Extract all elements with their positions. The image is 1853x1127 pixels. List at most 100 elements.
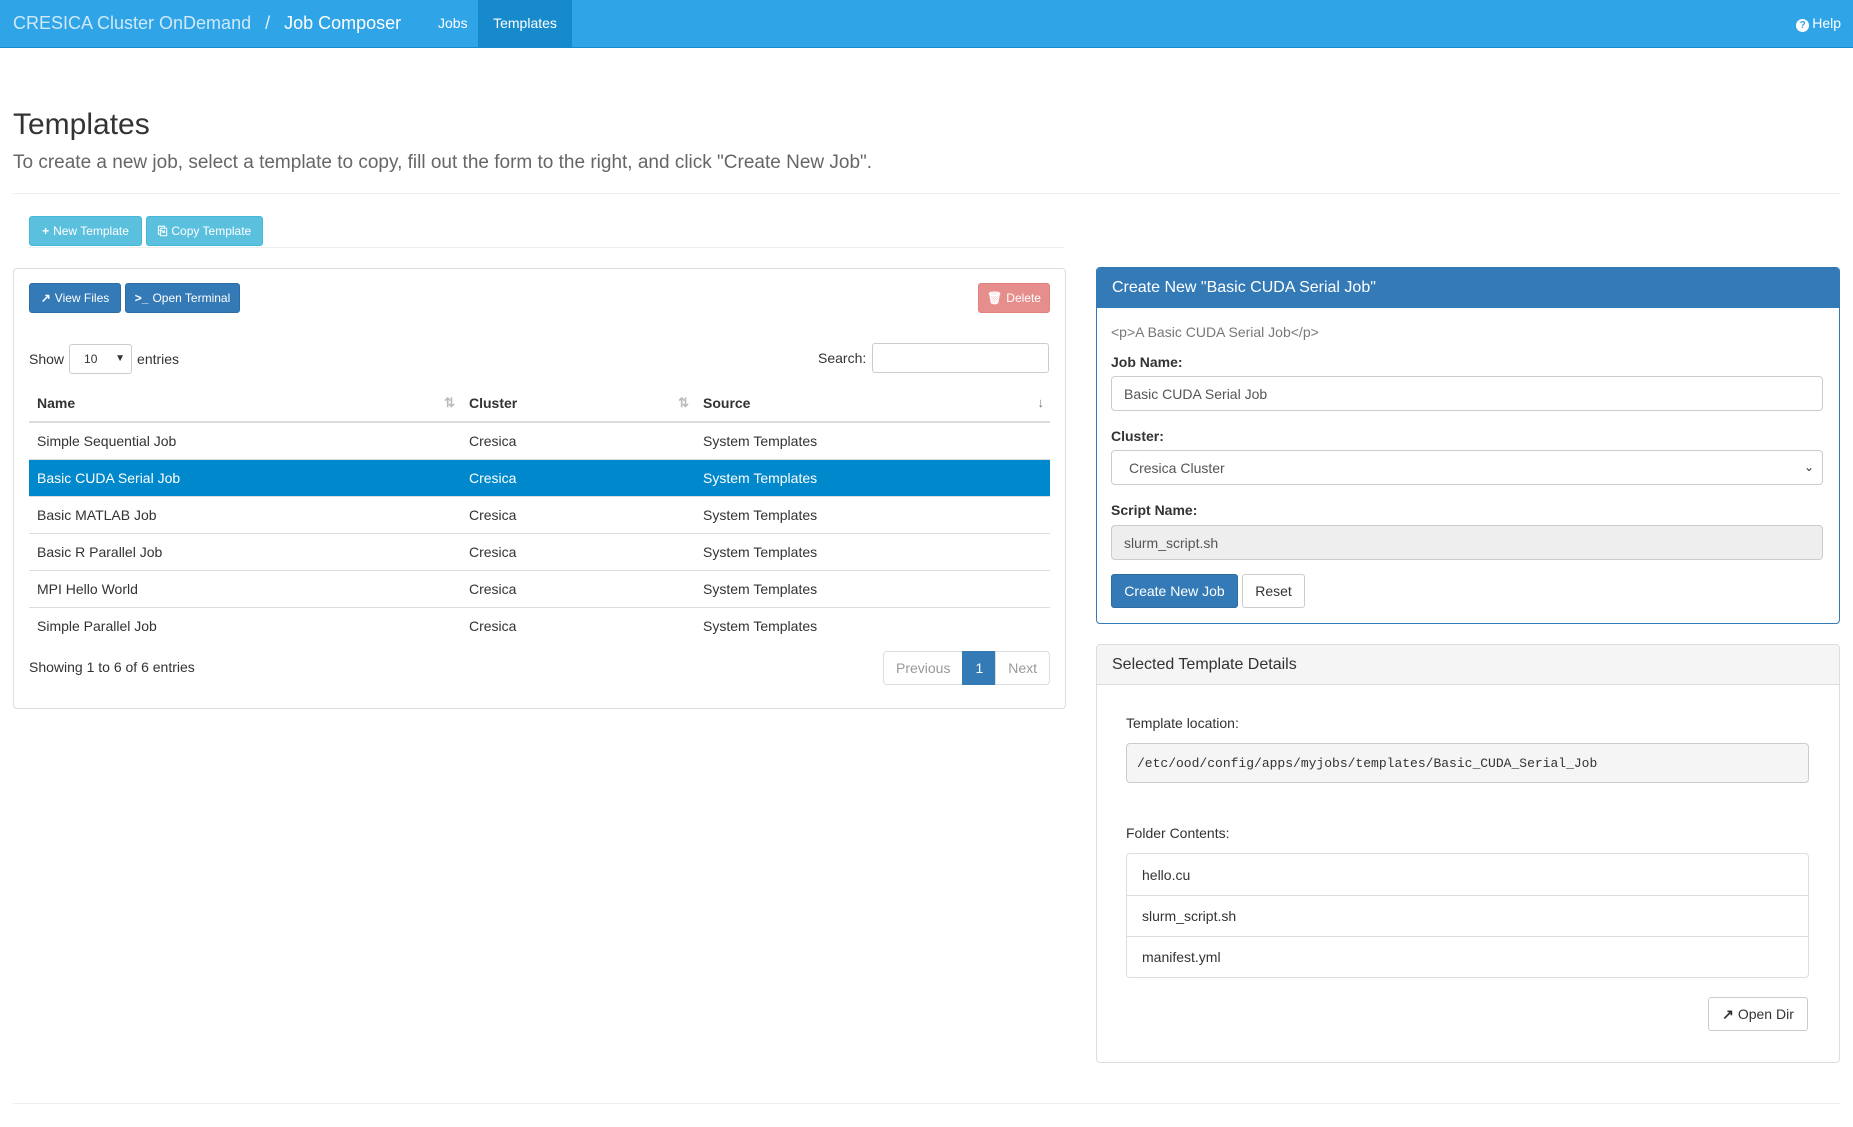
cell-cluster: Cresica: [461, 495, 695, 533]
table-info: Showing 1 to 6 of 6 entries: [29, 659, 195, 675]
create-job-heading: Create New "Basic CUDA Serial Job": [1097, 268, 1839, 308]
top-navbar: CRESICA Cluster OnDemand / Job Composer Jo…: [0, 0, 1853, 48]
table-row[interactable]: Simple Sequential Job Cresica System Tem…: [29, 421, 1050, 459]
table-header-row: Name ⇅ Cluster ⇅ Source ↓: [29, 384, 1050, 423]
nav-tab-jobs[interactable]: Jobs: [423, 0, 483, 48]
search-label: Search:: [818, 350, 867, 366]
script-name-input[interactable]: slurm_script.sh: [1111, 525, 1823, 560]
help-label: Help: [1812, 15, 1841, 31]
column-header-name[interactable]: Name ⇅: [29, 384, 461, 423]
sort-descending-icon: ↓: [1037, 395, 1045, 410]
cell-cluster: Cresica: [461, 606, 695, 644]
chevron-down-icon: ▼: [115, 353, 126, 364]
create-job-panel: Create New "Basic CUDA Serial Job": [1096, 267, 1840, 624]
question-circle-icon: ?: [1796, 19, 1810, 32]
templates-table: Name ⇅ Cluster ⇅ Source ↓ Simple Sequential…: [29, 384, 1050, 644]
cell-source: System Templates: [695, 569, 1050, 607]
copy-template-label: Copy Template: [171, 224, 252, 238]
brand-name[interactable]: CRESICA Cluster OnDemand: [13, 13, 251, 33]
pagination-previous[interactable]: Previous: [883, 651, 964, 685]
template-details-heading: Selected Template Details: [1097, 645, 1839, 685]
table-row[interactable]: Simple Parallel Job Cresica System Templ…: [29, 606, 1050, 644]
cell-source: System Templates: [695, 532, 1050, 570]
footer-divider: [13, 1103, 1840, 1104]
table-row[interactable]: Basic R Parallel Job Cresica System Temp…: [29, 532, 1050, 570]
terminal-icon: >_: [134, 291, 149, 305]
table-row-selected[interactable]: Basic CUDA Serial Job Cresica System Tem…: [29, 458, 1050, 496]
template-location-label: Template location:: [1126, 715, 1239, 731]
view-files-label: View Files: [54, 291, 110, 305]
header-divider: [13, 193, 1840, 194]
pagination-page-1[interactable]: 1: [962, 651, 997, 685]
cell-cluster: Cresica: [461, 421, 695, 459]
open-dir-label: Open Dir: [1737, 1006, 1794, 1022]
file-item[interactable]: hello.cu: [1127, 854, 1808, 895]
column-label: Cluster: [469, 394, 518, 411]
cell-name: Basic CUDA Serial Job: [29, 458, 461, 496]
external-link-icon: ↗: [1722, 1005, 1734, 1022]
open-dir-button[interactable]: ↗ Open Dir: [1708, 997, 1808, 1031]
template-description: <p>A Basic CUDA Serial Job</p>: [1111, 324, 1319, 340]
column-header-source[interactable]: Source ↓: [695, 384, 1050, 423]
nav-tab-templates[interactable]: Templates: [478, 0, 572, 48]
table-search: Search:: [818, 343, 1050, 373]
reset-button[interactable]: Reset: [1242, 574, 1305, 608]
open-terminal-button[interactable]: >_ Open Terminal: [125, 283, 240, 313]
copy-template-button[interactable]: ⎘ Copy Template: [146, 216, 263, 246]
view-files-button[interactable]: ↗ View Files: [29, 283, 121, 313]
create-new-job-button[interactable]: Create New Job: [1111, 574, 1238, 608]
script-name-label: Script Name:: [1111, 502, 1198, 518]
delete-button[interactable]: 🗑 Delete: [978, 283, 1050, 313]
cell-source: System Templates: [695, 495, 1050, 533]
cell-cluster: Cresica: [461, 532, 695, 570]
external-link-icon: ↗: [40, 291, 51, 305]
cell-source: System Templates: [695, 606, 1050, 644]
column-label: Source: [703, 394, 751, 411]
table-row[interactable]: MPI Hello World Cresica System Templates: [29, 569, 1050, 607]
cell-cluster: Cresica: [461, 458, 695, 496]
cell-cluster: Cresica: [461, 569, 695, 607]
trash-icon: 🗑: [987, 291, 1003, 305]
toolbar-divider: [28, 247, 1064, 248]
pagination-next[interactable]: Next: [995, 651, 1051, 685]
page-length-control: Show 10 ▼ entries: [29, 344, 179, 374]
sort-icon: ⇅: [678, 395, 689, 410]
cluster-select[interactable]: Cresica Cluster ⌄: [1111, 450, 1823, 485]
chevron-down-icon: ⌄: [1803, 460, 1814, 474]
page-title: Templates: [13, 108, 150, 141]
help-link[interactable]: ? Help: [1796, 0, 1841, 48]
show-label: Show: [29, 351, 65, 367]
cluster-label: Cluster:: [1111, 428, 1164, 444]
job-name-input[interactable]: Basic CUDA Serial Job: [1111, 376, 1823, 411]
navbar-brand[interactable]: CRESICA Cluster OnDemand / Job Composer: [13, 13, 401, 34]
new-template-label: New Template: [53, 224, 129, 238]
job-name-label: Job Name:: [1111, 354, 1183, 370]
page-length-value: 10: [84, 352, 98, 366]
sort-icon: ⇅: [444, 395, 455, 410]
cell-name: MPI Hello World: [29, 569, 461, 607]
entries-label: entries: [137, 351, 180, 367]
app-name[interactable]: Job Composer: [284, 13, 401, 33]
search-input[interactable]: [872, 343, 1050, 373]
new-template-button[interactable]: + New Template: [29, 216, 142, 246]
page-length-select[interactable]: 10 ▼: [69, 344, 133, 374]
file-item[interactable]: slurm_script.sh: [1127, 895, 1808, 936]
column-label: Name: [37, 394, 76, 411]
delete-label: Delete: [1006, 291, 1041, 305]
copy-icon: ⎘: [157, 223, 168, 238]
file-item[interactable]: manifest.yml: [1127, 936, 1808, 977]
folder-contents-list: hello.cu slurm_script.sh manifest.yml: [1126, 853, 1809, 978]
cluster-select-value: Cresica Cluster: [1129, 459, 1225, 476]
cell-source: System Templates: [695, 458, 1050, 496]
column-header-cluster[interactable]: Cluster ⇅: [461, 384, 695, 423]
page-subtitle: To create a new job, select a template t…: [13, 152, 873, 173]
folder-contents-label: Folder Contents:: [1126, 825, 1230, 841]
brand-separator: /: [265, 13, 271, 33]
cell-name: Basic MATLAB Job: [29, 495, 461, 533]
cell-source: System Templates: [695, 421, 1050, 459]
pagination: Previous 1 Next: [883, 651, 1051, 685]
cell-name: Basic R Parallel Job: [29, 532, 461, 570]
table-row[interactable]: Basic MATLAB Job Cresica System Template…: [29, 495, 1050, 533]
plus-icon: +: [42, 224, 50, 238]
template-location-path: /etc/ood/config/apps/myjobs/templates/Ba…: [1126, 743, 1809, 783]
